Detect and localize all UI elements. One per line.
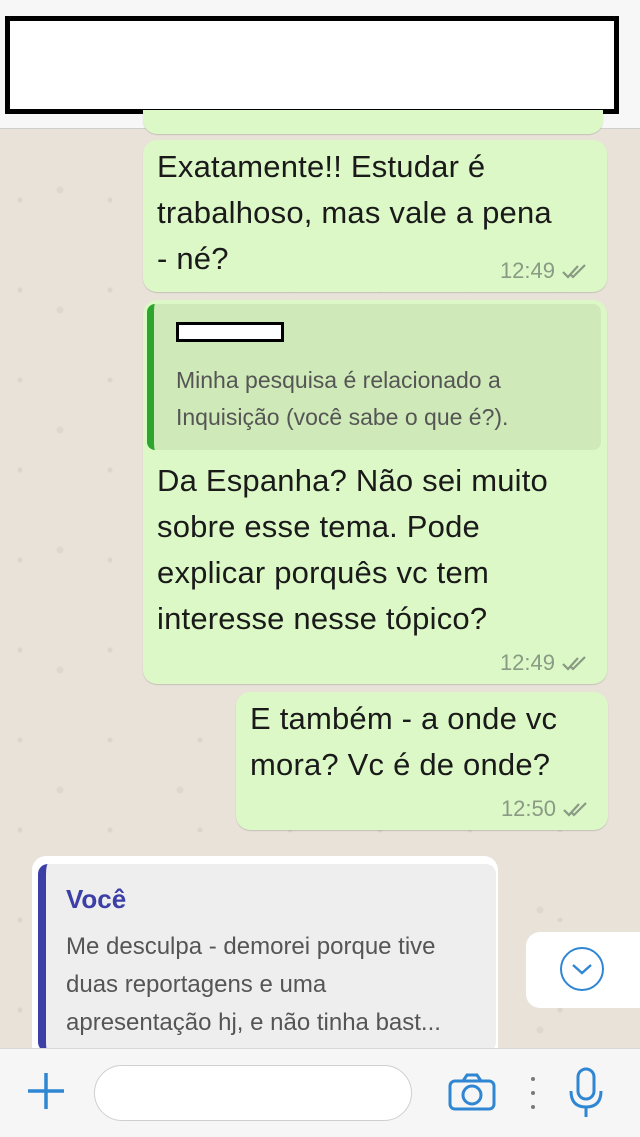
message-time: 12:49: [499, 258, 555, 283]
quoted-message[interactable]: Minha pesquisa é relacionado a Inquisiçã…: [147, 304, 601, 450]
message-input-bar: [0, 1048, 640, 1137]
camera-icon[interactable]: [448, 1073, 496, 1111]
reply-preview-panel[interactable]: Você Me desculpa - demorei porque tive d…: [32, 856, 498, 1052]
message-text: Da Espanha? Não sei muito sobre esse tem…: [157, 463, 549, 636]
reply-author: Você: [66, 884, 127, 914]
double-check-icon: [563, 802, 587, 817]
redacted-quote-author: [176, 322, 284, 342]
double-check-icon: [562, 656, 586, 671]
scroll-to-bottom-button[interactable]: [526, 932, 640, 1008]
message-text: E também - a onde vc mora? Vc é de onde?: [250, 701, 558, 782]
more-dots-icon[interactable]: [530, 1077, 536, 1111]
message-bubble[interactable]: E também - a onde vc mora? Vc é de onde?…: [236, 692, 608, 830]
microphone-icon[interactable]: [568, 1067, 604, 1119]
scroll-down-chevron-icon: [572, 964, 592, 975]
reply-preview[interactable]: Você Me desculpa - demorei porque tive d…: [38, 864, 496, 1052]
message-time: 12:49: [499, 650, 555, 675]
message-input[interactable]: [94, 1065, 412, 1121]
plus-icon[interactable]: [26, 1071, 66, 1111]
message-meta: 12:49: [500, 258, 589, 284]
message-meta: 12:50: [501, 796, 590, 822]
reply-text: Me desculpa - demorei porque tive duas r…: [66, 933, 441, 1036]
message-bubble[interactable]: Exatamente!! Estudar é trabalhoso, mas v…: [143, 140, 607, 292]
double-check-icon: [562, 264, 586, 279]
message-bubble[interactable]: Minha pesquisa é relacionado a Inquisiçã…: [143, 300, 607, 684]
message-time: 12:50: [500, 796, 556, 821]
previous-message-bubble-edge[interactable]: [143, 110, 603, 134]
quoted-text: Minha pesquisa é relacionado a Inquisiçã…: [176, 367, 509, 430]
redacted-contact-header: [5, 16, 619, 114]
message-meta: 12:49: [500, 650, 589, 676]
message-text: Exatamente!! Estudar é trabalhoso, mas v…: [157, 149, 552, 276]
